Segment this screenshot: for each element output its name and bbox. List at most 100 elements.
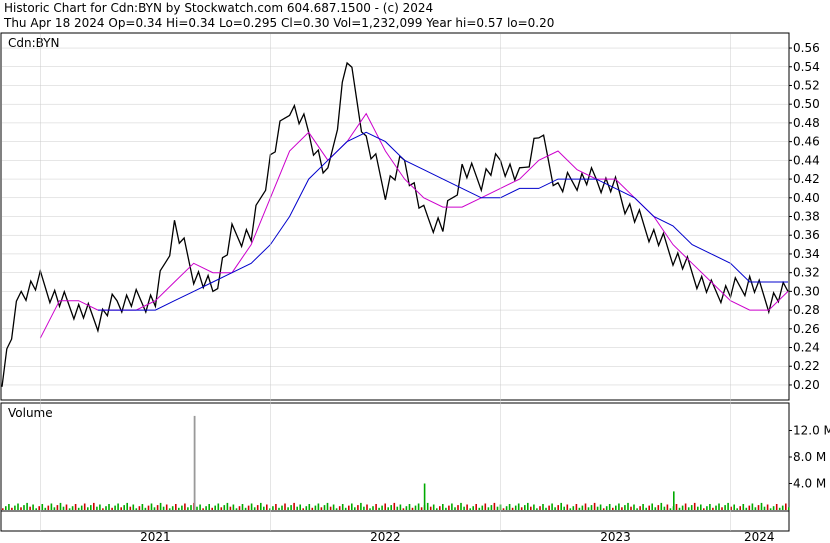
volume-bar <box>168 508 171 510</box>
volume-tick-label: 8.0 M <box>793 450 826 464</box>
volume-bar <box>23 505 25 510</box>
volume-bar <box>96 506 98 510</box>
volume-bar <box>745 507 748 510</box>
price-tick-label: 0.22 <box>793 359 820 373</box>
volume-bar <box>417 503 420 510</box>
volume-bar <box>171 506 174 510</box>
stock-chart: Historic Chart for Cdn:BYN by Stockwatch… <box>0 0 830 543</box>
volume-bar <box>381 505 383 510</box>
price-tick-label: 0.52 <box>793 78 820 92</box>
volume-bar <box>275 504 277 510</box>
volume-bar <box>572 506 575 510</box>
volume-bar <box>247 505 250 510</box>
volume-bar <box>466 504 468 510</box>
volume-bar <box>278 507 280 510</box>
volume-bar <box>742 504 745 510</box>
volume-bar <box>454 507 456 510</box>
volume-bar <box>308 504 311 510</box>
volume-bar <box>560 502 562 510</box>
volume-bar <box>502 508 505 510</box>
volume-bar <box>554 507 556 510</box>
volume-bar <box>693 502 696 510</box>
volume-bar <box>165 504 168 510</box>
volume-bar <box>211 507 213 510</box>
volume-bar <box>612 507 614 510</box>
volume-bar <box>520 507 523 510</box>
volume-bar <box>302 508 304 510</box>
volume-bar <box>226 502 229 510</box>
volume-bar <box>645 507 647 510</box>
volume-bar <box>751 503 754 510</box>
volume-bar <box>772 506 775 510</box>
volume-bar <box>508 504 511 510</box>
volume-bar <box>375 504 377 510</box>
chart-header-stats: Thu Apr 18 2024 Op=0.34 Hi=0.34 Lo=0.295… <box>3 16 554 30</box>
volume-bar <box>542 504 544 510</box>
volume-bar <box>220 507 223 510</box>
volume-bar <box>153 507 156 510</box>
volume-bar <box>311 507 314 510</box>
volume-bar <box>524 505 526 510</box>
volume-bar <box>781 505 784 510</box>
volume-bar <box>566 504 569 510</box>
price-tick-label: 0.44 <box>793 153 820 167</box>
volume-bar <box>496 506 499 510</box>
volume-bar <box>630 506 632 510</box>
volume-bar <box>581 505 584 510</box>
volume-bar <box>323 505 326 510</box>
volume-bar <box>71 506 74 510</box>
volume-bar <box>56 505 59 510</box>
volume-bar <box>657 505 660 510</box>
volume-bar <box>533 504 535 510</box>
volume-bar <box>363 506 365 510</box>
volume-bar <box>244 507 247 510</box>
volume-bar <box>548 505 550 510</box>
volume-bar <box>132 504 135 510</box>
price-tick-label: 0.42 <box>793 172 820 186</box>
volume-bar <box>621 507 623 510</box>
volume-bar-notable <box>673 491 675 510</box>
volume-bar <box>493 502 496 510</box>
volume-bar <box>754 507 757 510</box>
volume-bar <box>718 503 720 510</box>
volume-bar <box>199 504 201 510</box>
volume-bar <box>599 504 602 510</box>
volume-bar <box>287 507 289 510</box>
volume-bar <box>335 508 338 510</box>
volume-bar <box>411 507 414 510</box>
volume-bar <box>475 504 477 510</box>
volume-bar <box>681 505 684 510</box>
volume-bar <box>223 505 226 510</box>
volume-bar <box>232 504 235 510</box>
volume-bar <box>384 503 386 510</box>
volume-bar <box>481 505 484 510</box>
volume-bar <box>393 502 396 510</box>
volume-bar <box>736 508 738 510</box>
volume-tick-label: 12.0 M <box>793 424 830 438</box>
volume-bar <box>53 507 56 510</box>
volume-bar <box>684 503 687 510</box>
volume-bar <box>320 507 323 510</box>
price-tick-label: 0.30 <box>793 284 820 298</box>
volume-bar <box>487 507 490 510</box>
volume-bar <box>187 507 189 510</box>
volume-bar <box>202 508 204 510</box>
volume-bar <box>484 503 487 510</box>
price-tick-label: 0.56 <box>793 41 820 55</box>
volume-bar <box>439 506 441 510</box>
volume-bar <box>651 503 653 510</box>
volume-bar <box>605 506 608 510</box>
volume-bar <box>724 505 726 510</box>
volume-bar <box>766 504 769 510</box>
volume-bar <box>472 506 474 510</box>
volume-bar <box>402 508 405 510</box>
price-tick-label: 0.32 <box>793 266 820 280</box>
volume-bar <box>256 505 259 510</box>
volume-bar <box>105 506 107 510</box>
volume-bar <box>80 505 83 510</box>
volume-bar <box>138 506 141 510</box>
volume-axis: 4.0 M 8.0 M 12.0 M <box>789 424 830 491</box>
volume-bar <box>669 508 672 510</box>
volume-bar <box>344 507 347 510</box>
volume-bar <box>663 506 666 510</box>
